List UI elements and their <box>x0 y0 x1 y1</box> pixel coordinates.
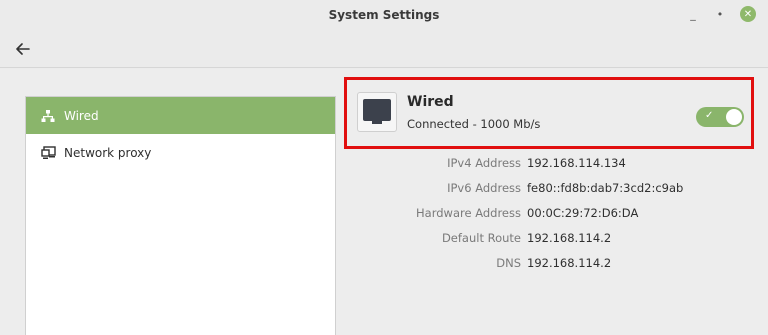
connection-status: Connected - 1000 Mb/s <box>407 117 541 131</box>
network-wired-icon <box>40 108 56 124</box>
detail-label: Hardware Address <box>416 206 521 220</box>
title-bar: System Settings _ • ✕ <box>0 0 768 30</box>
detail-value: 192.168.114.2 <box>527 231 612 245</box>
detail-row-ipv6: IPv6 Address fe80::fd8b:dab7:3cd2:c9ab <box>345 177 755 202</box>
sidebar-item-wired[interactable]: Wired <box>26 97 335 134</box>
check-icon: ✓ <box>705 110 714 121</box>
wired-device-card: Wired Connected - 1000 Mb/s ✓ <box>344 77 754 149</box>
device-name: Wired <box>407 94 454 110</box>
back-arrow-icon <box>16 43 30 55</box>
detail-value: 00:0C:29:72:D6:DA <box>527 206 639 220</box>
ethernet-port-icon <box>357 92 397 132</box>
window-title: System Settings <box>328 8 440 22</box>
detail-label: IPv4 Address <box>447 156 521 170</box>
header-bar <box>0 30 768 68</box>
detail-label: IPv6 Address <box>447 181 521 195</box>
sidebar: Wired Network proxy <box>25 96 336 335</box>
close-button[interactable]: ✕ <box>740 6 756 22</box>
sidebar-item-network-proxy[interactable]: Network proxy <box>26 134 335 171</box>
detail-value: fe80::fd8b:dab7:3cd2:c9ab <box>527 181 684 195</box>
maximize-button[interactable]: • <box>712 6 728 22</box>
minimize-button[interactable]: _ <box>685 6 701 22</box>
detail-row-dns: DNS 192.168.114.2 <box>345 252 755 277</box>
detail-row-ipv4: IPv4 Address 192.168.114.134 <box>345 152 755 177</box>
back-button[interactable] <box>12 38 34 60</box>
detail-row-hardware: Hardware Address 00:0C:29:72:D6:DA <box>345 202 755 227</box>
detail-label: Default Route <box>441 231 521 245</box>
toggle-knob <box>726 109 742 125</box>
main-content: Wired Network proxy Wired Connected - 10… <box>0 69 768 335</box>
wired-toggle-switch[interactable]: ✓ <box>696 107 744 127</box>
detail-value: 192.168.114.2 <box>527 256 612 270</box>
detail-label: DNS <box>496 256 521 270</box>
sidebar-item-label: Network proxy <box>64 145 152 160</box>
sidebar-item-label: Wired <box>64 108 99 123</box>
connection-details: IPv4 Address 192.168.114.134 IPv6 Addres… <box>345 152 755 277</box>
detail-row-default-route: Default Route 192.168.114.2 <box>345 227 755 252</box>
detail-value: 192.168.114.134 <box>527 156 626 170</box>
network-proxy-icon <box>40 145 56 161</box>
